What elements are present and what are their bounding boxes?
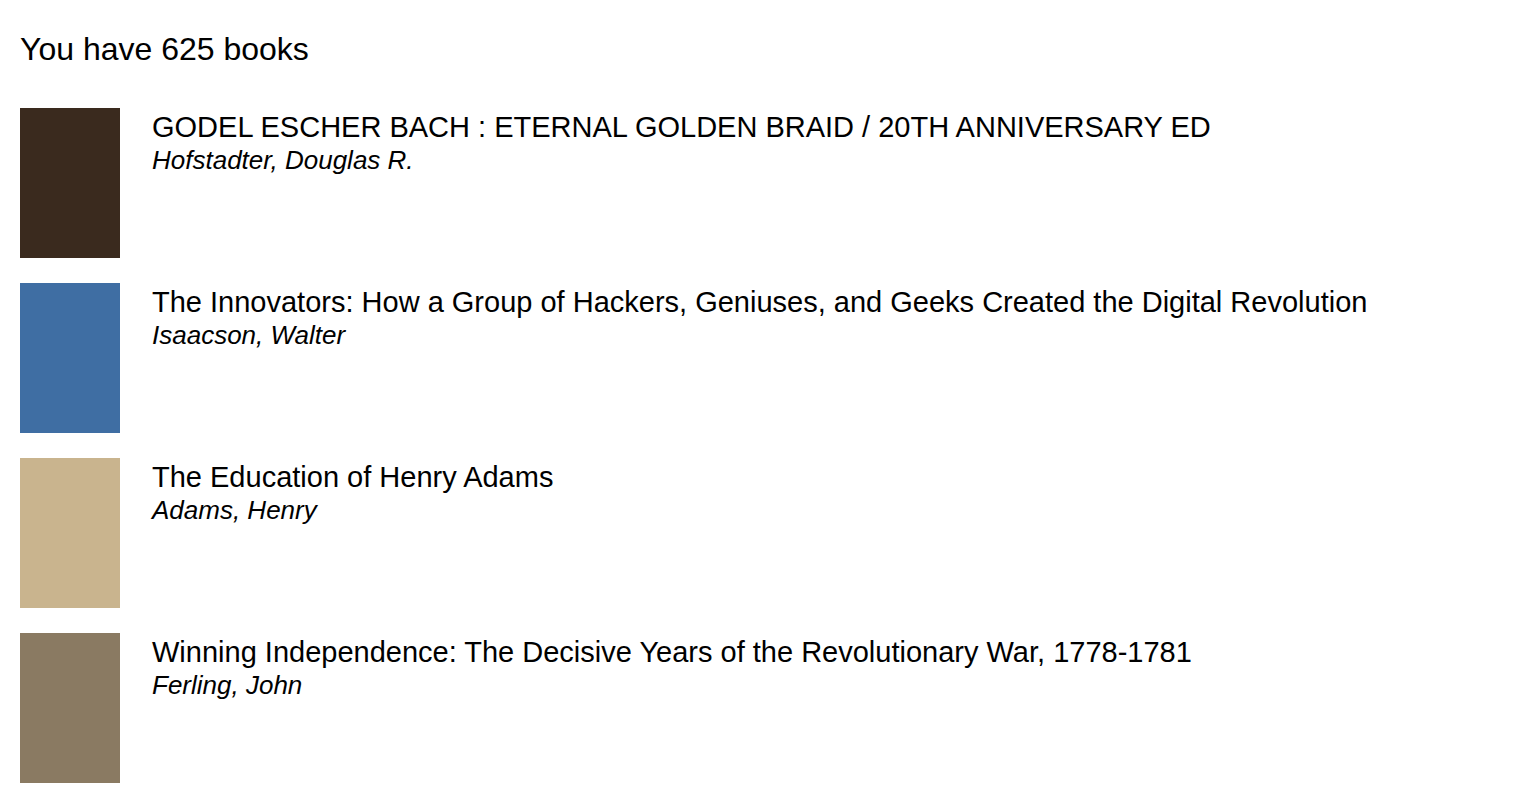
book-row[interactable]: The Education of Henry AdamsAdams, Henry (20, 458, 1504, 608)
book-library: You have 625 books GODEL ESCHER BACH : ET… (0, 0, 1524, 793)
book-info: GODEL ESCHER BACH : ETERNAL GOLDEN BRAID… (152, 108, 1219, 176)
book-cover (20, 108, 120, 258)
book-row[interactable]: GODEL ESCHER BACH : ETERNAL GOLDEN BRAID… (20, 108, 1504, 258)
book-info: The Innovators: How a Group of Hackers, … (152, 283, 1375, 351)
book-count-heading: You have 625 books (20, 30, 1504, 68)
book-row[interactable]: Winning Independence: The Decisive Years… (20, 633, 1504, 783)
book-author: Isaacson, Walter (152, 319, 1367, 351)
book-title: The Innovators: How a Group of Hackers, … (152, 285, 1367, 319)
book-author: Ferling, John (152, 669, 1192, 701)
book-info: Winning Independence: The Decisive Years… (152, 633, 1200, 701)
book-title: Winning Independence: The Decisive Years… (152, 635, 1192, 669)
book-info: The Education of Henry AdamsAdams, Henry (152, 458, 561, 526)
book-cover (20, 633, 120, 783)
book-title: GODEL ESCHER BACH : ETERNAL GOLDEN BRAID… (152, 110, 1211, 144)
book-cover (20, 283, 120, 433)
book-author: Adams, Henry (152, 494, 553, 526)
book-title: The Education of Henry Adams (152, 460, 553, 494)
book-cover (20, 458, 120, 608)
book-row[interactable]: The Innovators: How a Group of Hackers, … (20, 283, 1504, 433)
book-author: Hofstadter, Douglas R. (152, 144, 1211, 176)
book-list: GODEL ESCHER BACH : ETERNAL GOLDEN BRAID… (20, 108, 1504, 783)
